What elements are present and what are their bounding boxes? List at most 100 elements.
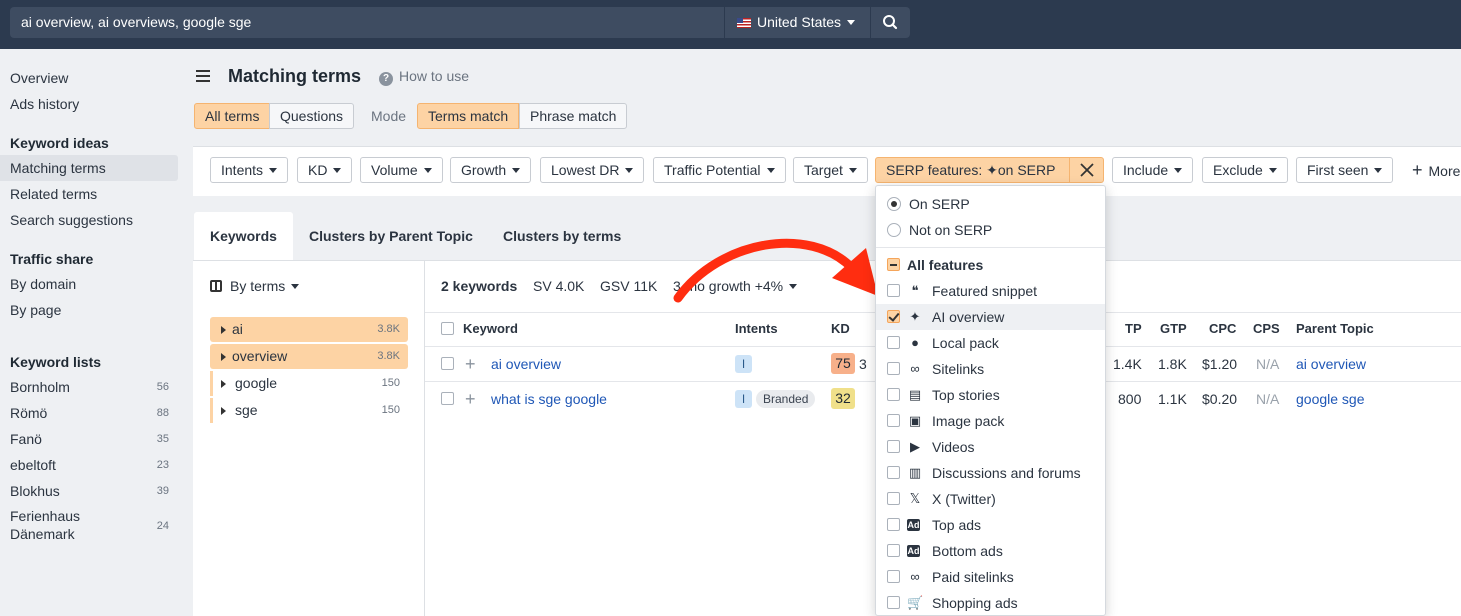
tab-clusters-terms[interactable]: Clusters by terms: [487, 212, 637, 261]
include-filter[interactable]: Include: [1112, 157, 1194, 183]
col-kd[interactable]: KD: [831, 321, 850, 336]
option-label: Shopping ads: [932, 595, 1018, 611]
more-filters-button[interactable]: + More: [1412, 160, 1460, 181]
serp-feature-option[interactable]: Ad Bottom ads: [876, 538, 1105, 564]
keyword-link[interactable]: what is sge google: [491, 391, 607, 407]
serp-feature-option[interactable]: ✦ AI overview: [876, 304, 1105, 330]
col-parent-topic[interactable]: Parent Topic: [1296, 321, 1374, 336]
how-to-use-link[interactable]: ? How to use: [379, 68, 469, 86]
term-item[interactable]: sge 150: [210, 398, 408, 423]
sidebar-item-by-page[interactable]: By page: [0, 297, 178, 323]
search-icon: [883, 15, 898, 30]
option-label: Paid sitelinks: [932, 569, 1014, 585]
row-checkbox[interactable]: [441, 392, 454, 405]
col-keyword[interactable]: Keyword: [463, 321, 518, 336]
serp-feature-option[interactable]: ● Local pack: [876, 330, 1105, 356]
filter-label: Lowest DR: [551, 162, 620, 178]
questions-toggle[interactable]: Questions: [269, 103, 355, 129]
list-count: 39: [156, 485, 169, 497]
keyword-link[interactable]: ai overview: [491, 356, 561, 372]
tab-clusters-parent-topic[interactable]: Clusters by Parent Topic: [293, 212, 489, 261]
checkbox: [887, 258, 900, 271]
serp-feature-option[interactable]: ▣ Image pack: [876, 408, 1105, 434]
sidebar-list-item[interactable]: Blokhus 39: [0, 478, 178, 504]
sidebar-item-matching-terms[interactable]: Matching terms: [0, 155, 178, 181]
sidebar-list-item[interactable]: Ferienhaus Dänemark 24: [0, 507, 178, 547]
search-button[interactable]: [871, 7, 910, 38]
term-item[interactable]: overview 3.8K: [210, 344, 408, 369]
sidebar-list-item[interactable]: Fanö 35: [0, 426, 178, 452]
list-count: 56: [156, 381, 169, 393]
dropdown-divider: [876, 247, 1105, 248]
serp-feature-option[interactable]: 𝕏 X (Twitter): [876, 486, 1105, 512]
parent-topic-link[interactable]: ai overview: [1296, 356, 1366, 372]
col-gtp[interactable]: GTP: [1160, 321, 1187, 336]
intents-filter[interactable]: Intents: [210, 157, 289, 183]
ad-icon: Ad: [907, 519, 920, 531]
add-to-list-icon[interactable]: +: [465, 355, 476, 373]
term-item[interactable]: ai 3.8K: [210, 317, 408, 342]
traffic-potential-filter[interactable]: Traffic Potential: [653, 157, 786, 183]
serp-feature-option[interactable]: ▤ Top stories: [876, 382, 1105, 408]
select-all-checkbox[interactable]: [441, 322, 454, 335]
expand-arrow-icon: [221, 326, 226, 334]
sidebar-list-item[interactable]: Bornholm 56: [0, 374, 178, 400]
filter-label: Exclude: [1213, 162, 1263, 178]
sidebar-item-overview[interactable]: Overview: [0, 65, 178, 91]
serp-features-filter[interactable]: SERP features: ✦on SERP: [875, 157, 1070, 183]
tab-keywords[interactable]: Keywords: [194, 212, 293, 261]
growth-filter[interactable]: Growth: [450, 157, 532, 183]
term-label: google: [235, 375, 278, 391]
list-name: Ferienhaus: [10, 508, 81, 524]
all-features-option[interactable]: All features: [876, 252, 1105, 278]
not-on-serp-option[interactable]: Not on SERP: [876, 217, 1105, 243]
sidebar-heading-keyword-ideas: Keyword ideas: [10, 135, 109, 151]
volume-filter[interactable]: Volume: [360, 157, 443, 183]
serp-feature-option[interactable]: ∞ Paid sitelinks: [876, 564, 1105, 590]
sidebar-list-item[interactable]: ebeltoft 23: [0, 452, 178, 478]
lowest-dr-filter[interactable]: Lowest DR: [540, 157, 645, 183]
target-filter[interactable]: Target: [793, 157, 868, 183]
phrase-match-toggle[interactable]: Phrase match: [519, 103, 628, 129]
sidebar-item-by-domain[interactable]: By domain: [0, 271, 178, 297]
kd-filter[interactable]: KD: [297, 157, 353, 183]
serp-feature-option[interactable]: 🛒 Shopping ads: [876, 590, 1105, 616]
col-intents[interactable]: Intents: [735, 321, 778, 336]
tp-cell: 800: [1118, 391, 1142, 407]
country-select[interactable]: United States: [725, 7, 870, 38]
clear-serp-filter-button[interactable]: [1069, 157, 1104, 183]
search-input[interactable]: ai overview, ai overviews, google sge: [10, 7, 724, 38]
serp-feature-option[interactable]: ❝ Featured snippet: [876, 278, 1105, 304]
add-to-list-icon[interactable]: +: [465, 390, 476, 408]
serp-feature-option[interactable]: ▥ Discussions and forums: [876, 460, 1105, 486]
sidebar-item-related-terms[interactable]: Related terms: [0, 181, 178, 207]
checkbox: [887, 388, 900, 401]
exclude-filter[interactable]: Exclude: [1202, 157, 1288, 183]
by-terms-dropdown[interactable]: By terms: [210, 278, 300, 294]
by-terms-label: By terms: [230, 278, 286, 294]
menu-icon[interactable]: [196, 70, 210, 82]
checkbox: [887, 310, 900, 323]
terms-match-toggle[interactable]: Terms match: [417, 103, 520, 129]
radio-button: [887, 197, 901, 211]
serp-feature-option[interactable]: ▶ Videos: [876, 434, 1105, 460]
row-checkbox[interactable]: [441, 357, 454, 370]
serp-feature-option[interactable]: Ad Top ads: [876, 512, 1105, 538]
option-label: Videos: [932, 439, 975, 455]
term-count: 3.8K: [377, 350, 400, 362]
country-label: United States: [757, 14, 842, 30]
sidebar-item-search-suggestions[interactable]: Search suggestions: [0, 207, 178, 233]
sidebar-item-ads-history[interactable]: Ads history: [0, 91, 178, 117]
on-serp-option[interactable]: On SERP: [876, 191, 1105, 217]
col-tp[interactable]: TP: [1125, 321, 1142, 336]
serp-feature-option[interactable]: ∞ Sitelinks: [876, 356, 1105, 382]
term-item[interactable]: google 150: [210, 371, 408, 396]
kd-badge: 32: [831, 388, 855, 409]
col-cps[interactable]: CPS: [1253, 321, 1280, 336]
first-seen-filter[interactable]: First seen: [1296, 157, 1394, 183]
radio-button: [887, 223, 901, 237]
sidebar-list-item[interactable]: Römö 88: [0, 400, 178, 426]
col-cpc[interactable]: CPC: [1209, 321, 1236, 336]
parent-topic-link[interactable]: google sge: [1296, 391, 1365, 407]
all-terms-toggle[interactable]: All terms: [194, 103, 271, 129]
